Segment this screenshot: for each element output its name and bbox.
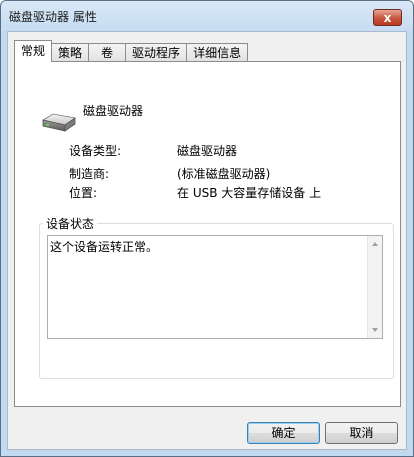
dialog-client-area: 常规 策略 卷 驱动程序 详细信息 磁盘驱动器 设备类型: 磁盘驱动器 制造商:… [7,31,407,450]
tab-policies[interactable]: 策略 [51,43,90,61]
general-tab-panel: 磁盘驱动器 设备类型: 磁盘驱动器 制造商: (标准磁盘驱动器) 位置: 在 U… [14,61,401,407]
tab-strip: 常规 策略 卷 驱动程序 详细信息 [14,40,249,62]
device-type-value: 磁盘驱动器 [177,144,238,158]
cancel-button[interactable]: 取消 [325,422,398,444]
title-bar[interactable]: 磁盘驱动器 属性 x [1,1,413,31]
device-name: 磁盘驱动器 [83,104,144,118]
window-title: 磁盘驱动器 属性 [9,10,97,24]
manufacturer-value: (标准磁盘驱动器) [177,167,271,181]
ok-button[interactable]: 确定 [247,422,320,444]
device-type-label: 设备类型: [69,144,122,158]
tab-details[interactable]: 详细信息 [186,43,249,61]
properties-window: 磁盘驱动器 属性 x 常规 策略 卷 驱动程序 详细信息 磁盘驱动器 设备类型:… [0,0,414,457]
location-value: 在 USB 大容量存储设备 上 [177,186,322,200]
disk-drive-icon [41,112,77,137]
scroll-down-arrow-icon[interactable] [372,328,378,332]
device-status-text: 这个设备运转正常。 [50,240,159,254]
device-status-textbox[interactable]: 这个设备运转正常。 [47,235,383,339]
tab-volumes[interactable]: 卷 [88,43,127,61]
scroll-up-arrow-icon[interactable] [372,242,378,246]
tab-driver[interactable]: 驱动程序 [125,43,188,61]
tab-general[interactable]: 常规 [14,40,53,62]
manufacturer-label: 制造商: [69,167,110,181]
location-label: 位置: [69,186,98,200]
close-button[interactable]: x [373,9,402,26]
status-scrollbar[interactable] [367,236,382,338]
device-status-title: 设备状态 [43,215,98,232]
